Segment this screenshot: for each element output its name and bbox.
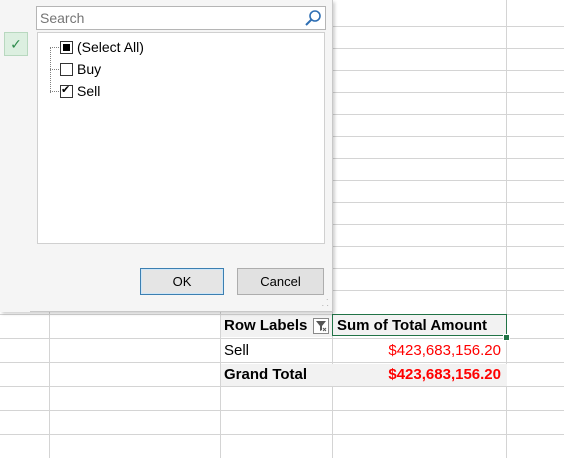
row-labels-filter-button[interactable] (313, 318, 329, 334)
grand-total-label-text: Grand Total (224, 366, 308, 383)
search-icon[interactable] (304, 9, 322, 27)
column-gridline (506, 0, 507, 458)
filter-item-label: (Select All) (77, 39, 144, 55)
filter-values-list[interactable]: (Select All) Buy Sell (37, 32, 325, 244)
buy-checkbox[interactable] (60, 62, 73, 76)
select-all-checkbox[interactable] (60, 40, 73, 54)
filter-dropdown-dialog: ✓ (Select All) Buy Sell OK Cancel (0, 0, 333, 312)
row-label-text: Sell (224, 342, 250, 359)
row-gridline (0, 434, 564, 435)
sell-checkbox[interactable] (60, 83, 73, 98)
pivot-value-header[interactable]: Sum of Total Amount (332, 314, 507, 336)
value-header-text: Sum of Total Amount (337, 317, 487, 334)
cancel-button[interactable]: Cancel (237, 268, 324, 295)
ok-button-label: OK (172, 274, 192, 289)
cancel-button-label: Cancel (260, 274, 301, 289)
search-input[interactable] (37, 10, 300, 26)
filter-item-label: Sell (77, 83, 101, 99)
row-gridline (0, 338, 564, 339)
resize-grip-icon[interactable]: · · · (321, 296, 329, 310)
filter-funnel-icon (316, 321, 327, 332)
row-gridline (0, 410, 564, 411)
row-gridline (0, 386, 564, 387)
filter-item-label: Buy (77, 61, 102, 77)
pivot-row-label[interactable]: Sell (221, 340, 332, 362)
grand-total-value-text: $423,683,156.20 (388, 366, 501, 383)
pivot-row-value[interactable]: $423,683,156.20 (333, 340, 507, 362)
filter-item-sell[interactable]: Sell (50, 81, 100, 101)
row-value-text: $423,683,156.20 (388, 342, 501, 359)
pivot-grand-total-value[interactable]: $423,683,156.20 (333, 364, 507, 386)
ok-button[interactable]: OK (140, 268, 224, 295)
filter-item-buy[interactable]: Buy (50, 59, 101, 79)
tree-branch (50, 68, 59, 70)
row-gridline (0, 362, 564, 363)
tree-branch (50, 46, 59, 48)
tree-branch (50, 90, 59, 92)
filter-item-select-all[interactable]: (Select All) (50, 37, 144, 57)
pivot-grand-total-label[interactable]: Grand Total (221, 364, 333, 386)
search-box[interactable] (36, 6, 326, 30)
check-icon: ✓ (4, 32, 28, 56)
row-labels-header-text: Row Labels (224, 317, 308, 334)
